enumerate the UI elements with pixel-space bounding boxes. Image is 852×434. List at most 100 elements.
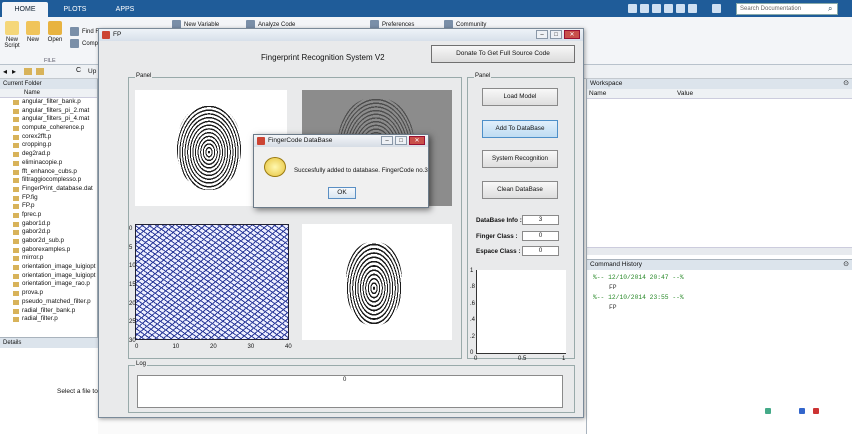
file-list-item[interactable]: pseudo_matched_filter.p [0,298,97,307]
system-recognition-button[interactable]: System Recognition [482,150,558,168]
axis-tick-label: .4 [470,317,476,324]
copy-icon[interactable] [652,4,661,13]
file-list-item[interactable]: radial_filter.p [0,315,97,324]
file-list-item[interactable]: fprec.p [0,211,97,220]
file-list-item[interactable]: cropping.p [0,141,97,150]
new-button[interactable]: New [24,21,42,43]
command-history-title: Command History ⊙ [587,260,852,270]
left-panel: Panel 0 5 10 15 20 25 30 0 10 20 30 40 [128,73,462,359]
help-icon[interactable] [712,4,721,13]
tab-home[interactable]: HOME [2,2,48,17]
workspace-title-text: Workspace [590,80,623,87]
database-info-label: DataBase Info : [476,217,522,224]
log-textbox[interactable] [137,375,563,408]
fingerprint-ridges [346,242,402,326]
file-list-item[interactable]: gaborexamples.p [0,246,97,255]
file-list-item[interactable]: FingerPrint_database.dat [0,185,97,194]
workspace-col-name[interactable]: Name [589,90,606,97]
new-script-button[interactable]: New Script [3,21,21,49]
minimize-icon[interactable]: – [381,136,393,145]
paste-icon[interactable] [664,4,673,13]
axis-tick-label: 0 [129,226,133,232]
refresh-icon[interactable]: C [76,67,81,74]
axis-tick-label: 30 [247,344,255,350]
fp-window-titlebar[interactable]: FP – □ ✕ [99,29,583,41]
add-to-database-button[interactable]: Add To DataBase [482,120,558,138]
undo-icon[interactable] [676,4,685,13]
back-icon[interactable]: ◂ [3,67,7,76]
history-command[interactable]: FP [587,283,852,293]
forward-icon[interactable]: ▸ [12,67,16,76]
status-icon[interactable] [765,408,771,414]
file-list-item[interactable]: prova.p [0,289,97,298]
status-icon[interactable] [799,408,805,414]
tab-apps[interactable]: APPS [102,2,148,17]
axis-tick-label: 0.5 [518,356,527,362]
status-icon[interactable] [813,408,819,414]
save-icon[interactable] [628,4,637,13]
file-list-item[interactable]: angular_filter_bank.p [0,98,97,107]
file-list-item[interactable]: FP.p [0,202,97,211]
folder-up-icon[interactable] [24,68,32,75]
donate-button[interactable]: Donate To Get Full Source Code [431,45,575,63]
history-session-header[interactable]: %-- 12/10/2014 20:47 --% [587,273,852,283]
file-list-item[interactable]: orientation_image_rao.p [0,280,97,289]
name-column-header[interactable]: Name [0,89,97,98]
ok-button[interactable]: OK [328,187,356,199]
file-list-item[interactable]: radial_filter_bank.p [0,307,97,316]
file-list-item[interactable]: fft_enhance_cubs.p [0,168,97,177]
dialog-titlebar[interactable]: FingerCode DataBase – □ ✕ [254,135,428,147]
espace-class-field[interactable]: 0 [522,246,559,256]
redo-icon[interactable] [688,4,697,13]
file-list-item[interactable]: FP.fig [0,194,97,203]
workspace-header: Name Value [587,89,852,99]
file-list-item[interactable]: orientation_image_luigiopt [0,272,97,281]
cut-icon[interactable] [640,4,649,13]
close-icon[interactable]: ✕ [564,30,580,39]
file-list-item[interactable]: corex2fft.p [0,133,97,142]
search-icon[interactable]: ⌕ [828,4,832,14]
file-list-item[interactable]: filtraggiocomplesso.p [0,176,97,185]
panel-menu-icon[interactable]: ⊙ [843,79,849,89]
address-path[interactable]: Up [88,68,96,75]
dialog-message: Succesfully added to database. FingerCod… [294,167,428,174]
panel-menu-icon[interactable]: ⊙ [843,260,849,270]
axis-tick-label: 40 [285,344,292,350]
orientation-field-plot [135,224,289,340]
close-icon[interactable]: ✕ [409,136,425,145]
file-list-item[interactable]: eliminacopie.p [0,159,97,168]
workspace-col-value[interactable]: Value [677,90,693,97]
minimize-icon[interactable]: – [536,30,548,39]
history-command[interactable]: FP [587,303,852,313]
finger-class-field[interactable]: 0 [522,231,559,241]
load-model-button[interactable]: Load Model [482,88,558,106]
file-list-item[interactable]: compute_coherence.p [0,124,97,133]
axis-tick-label: .6 [470,300,476,307]
file-list-item[interactable]: gabor2d.p [0,228,97,237]
axis-tick-label: 20 [129,300,136,307]
search-documentation-input[interactable]: Search Documentation [736,3,838,15]
open-button[interactable]: Open [46,21,64,43]
file-list-item[interactable]: mirror.p [0,254,97,263]
file-list-item[interactable]: gabor2d_sub.p [0,237,97,246]
axis-tick-label: 20 [210,344,217,350]
window-controls: – □ ✕ [536,30,580,39]
workspace-scrollbar[interactable] [587,247,852,255]
file-list-item[interactable]: deg2rad.p [0,150,97,159]
compare-button[interactable]: Compa [70,39,101,48]
maximize-icon[interactable]: □ [550,30,562,39]
file-list-item[interactable]: angular_filters_pi_2.mat [0,107,97,116]
file-list-item[interactable]: orientation_image_luigiopt [0,263,97,272]
file-list-item[interactable]: angular_filters_pi_4.mat [0,115,97,124]
new-variable-label: New Variable [184,21,220,28]
clean-database-button[interactable]: Clean DataBase [482,181,558,199]
history-session-header[interactable]: %-- 12/10/2014 23:55 --% [587,293,852,303]
tab-plots[interactable]: PLOTS [52,2,98,17]
current-folder-panel: Current Folder Name angular_filter_bank.… [0,79,98,337]
browse-folder-icon[interactable] [36,68,44,75]
database-info-field[interactable]: 3 [522,215,559,225]
maximize-icon[interactable]: □ [395,136,407,145]
panel-label: Panel [474,73,492,79]
details-message: Select a file to [57,388,98,395]
file-list-item[interactable]: gabor1d.p [0,220,97,229]
